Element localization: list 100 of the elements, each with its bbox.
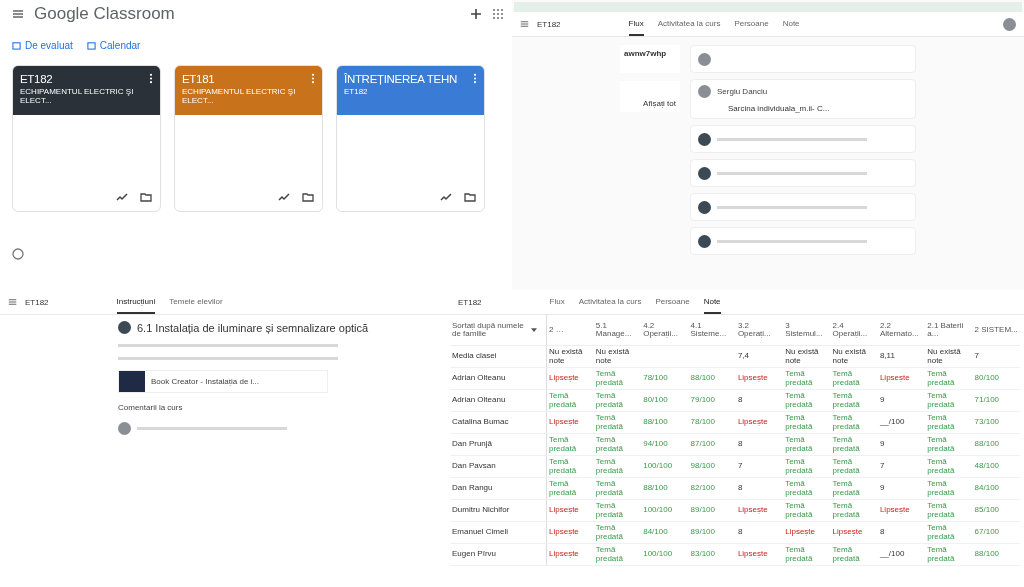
more-icon[interactable] xyxy=(149,73,153,84)
tab[interactable]: Temele elevilor xyxy=(169,290,223,314)
grade-cell[interactable]: Temă predată xyxy=(925,367,973,390)
grade-cell[interactable]: Temă predată xyxy=(593,389,642,412)
grade-cell[interactable]: 7 xyxy=(735,455,784,478)
plus-icon[interactable] xyxy=(470,8,482,20)
grade-cell[interactable]: Temă predată xyxy=(830,367,878,390)
grade-cell[interactable]: 84/100 xyxy=(641,521,689,544)
grade-cell[interactable]: Temă predată xyxy=(830,477,878,500)
tab[interactable]: Activitatea la curs xyxy=(578,290,642,314)
grade-cell[interactable]: Temă predată xyxy=(830,433,878,456)
grade-cell[interactable]: 100/100 xyxy=(641,543,689,566)
grade-cell[interactable]: Temă predată xyxy=(830,499,878,522)
grade-cell[interactable]: Lipsește xyxy=(546,367,594,390)
grade-cell[interactable]: 88/100 xyxy=(641,477,689,500)
grade-cell[interactable]: 73/100 xyxy=(972,411,1020,434)
column-header[interactable]: 5.1 Manage... xyxy=(593,315,642,346)
trending-icon[interactable] xyxy=(440,191,452,203)
grade-cell[interactable]: 80/100 xyxy=(972,367,1020,390)
folder-icon[interactable] xyxy=(464,191,476,203)
grade-cell[interactable]: 9 xyxy=(877,389,926,412)
grade-cell[interactable]: Lipsește xyxy=(877,367,926,390)
nav-link[interactable]: Calendar xyxy=(86,40,141,51)
grade-cell[interactable]: 8,11 xyxy=(877,345,926,368)
view-all-link[interactable]: Afișați tot xyxy=(643,99,676,108)
student-name[interactable]: Dan Rangu xyxy=(452,483,493,493)
grade-cell[interactable]: Temă predată xyxy=(783,477,831,500)
grade-cell[interactable]: Temă predată xyxy=(783,499,831,522)
post-card[interactable] xyxy=(690,193,916,221)
grade-cell[interactable]: Nu există note xyxy=(830,345,878,368)
grade-cell[interactable]: __/100 xyxy=(877,543,926,566)
folder-icon[interactable] xyxy=(302,191,314,203)
grade-cell[interactable]: 71/100 xyxy=(972,389,1020,412)
grade-cell[interactable]: 88/100 xyxy=(972,433,1020,456)
trending-icon[interactable] xyxy=(278,191,290,203)
tab[interactable]: Flux xyxy=(549,290,565,314)
class-card[interactable]: ÎNTREȚINEREA TEHN ET182 xyxy=(336,65,485,212)
grade-cell[interactable]: 94/100 xyxy=(641,433,689,456)
grade-cell[interactable]: Temă predată xyxy=(593,521,642,544)
grade-cell[interactable]: 88/100 xyxy=(688,367,736,390)
grade-cell[interactable]: Temă predată xyxy=(925,521,973,544)
grade-cell[interactable]: 88/100 xyxy=(641,411,689,434)
post-card[interactable] xyxy=(690,159,916,187)
grade-cell[interactable]: Temă predată xyxy=(593,477,642,500)
grade-cell[interactable]: 100/100 xyxy=(641,455,689,478)
announce-field[interactable] xyxy=(690,45,916,73)
column-header[interactable]: 4.1 Sisteme... xyxy=(688,315,736,346)
grade-cell[interactable]: Lipsește xyxy=(546,543,594,566)
column-header[interactable]: 4.2 Operații... xyxy=(641,315,689,346)
grade-cell[interactable]: Temă predată xyxy=(925,477,973,500)
grade-cell[interactable]: Lipsește xyxy=(546,499,594,522)
grade-cell[interactable]: 84/100 xyxy=(972,477,1020,500)
grade-cell[interactable]: Temă predată xyxy=(546,433,594,456)
grade-cell[interactable]: Temă predată xyxy=(593,433,642,456)
grade-cell[interactable]: Lipsește xyxy=(735,411,784,434)
grade-cell[interactable]: Nu există note xyxy=(925,345,973,368)
student-name[interactable]: Catalina Bumac xyxy=(452,417,509,427)
grade-cell[interactable]: Lipsește xyxy=(783,521,831,544)
student-name[interactable]: Dan Pavsan xyxy=(452,461,496,471)
grade-cell[interactable]: Temă predată xyxy=(546,477,594,500)
grade-cell[interactable]: Temă predată xyxy=(783,455,831,478)
trending-icon[interactable] xyxy=(116,191,128,203)
class-card[interactable]: ET182 ECHIPAMENTUL ELECTRIC ŞI ELECT... xyxy=(12,65,161,212)
column-header[interactable]: 2 … xyxy=(546,315,594,346)
grade-cell[interactable]: 9 xyxy=(877,433,926,456)
grade-cell[interactable]: __/100 xyxy=(877,411,926,434)
grade-cell[interactable]: 67/100 xyxy=(972,521,1020,544)
menu-icon[interactable] xyxy=(520,20,529,28)
grade-cell[interactable]: Temă predată xyxy=(925,389,973,412)
student-name[interactable]: Emanuel Cimeli xyxy=(452,527,509,537)
grade-cell[interactable]: 85/100 xyxy=(972,499,1020,522)
grade-cell[interactable]: 7,4 xyxy=(735,345,784,368)
grade-cell[interactable]: 100/100 xyxy=(641,499,689,522)
column-header[interactable]: 2 SISTEM... xyxy=(972,315,1020,346)
grade-cell[interactable]: Temă predată xyxy=(593,411,642,434)
grade-cell[interactable]: 80/100 xyxy=(641,389,689,412)
column-header[interactable]: 2.1 Baterii a... xyxy=(925,315,973,346)
tab[interactable]: Activitatea la curs xyxy=(657,12,721,36)
student-name[interactable]: Eugen Pîrvu xyxy=(452,549,497,559)
grade-cell[interactable]: 78/100 xyxy=(641,367,689,390)
grade-cell[interactable]: Temă predată xyxy=(830,455,878,478)
grade-cell[interactable]: Lipsește xyxy=(546,411,594,434)
grade-cell[interactable]: Temă predată xyxy=(593,543,642,566)
tab[interactable]: Note xyxy=(782,12,800,36)
tab[interactable]: Instrucțiuni xyxy=(116,290,156,314)
grade-cell[interactable]: Temă predată xyxy=(925,455,973,478)
student-name[interactable]: Media clasei xyxy=(452,351,497,361)
grade-cell[interactable]: 79/100 xyxy=(688,389,736,412)
grade-cell[interactable]: Temă predată xyxy=(925,543,973,566)
grade-cell[interactable]: 7 xyxy=(877,455,926,478)
nav-link[interactable]: De evaluat xyxy=(12,40,73,51)
grade-cell[interactable]: 89/100 xyxy=(688,499,736,522)
grade-cell[interactable]: 8 xyxy=(735,389,784,412)
grade-cell[interactable]: Temă predată xyxy=(783,543,831,566)
grade-cell[interactable]: Lipsește xyxy=(735,499,784,522)
grade-cell[interactable]: 48/100 xyxy=(972,455,1020,478)
grade-cell[interactable]: Temă predată xyxy=(925,411,973,434)
grade-cell[interactable]: Temă predată xyxy=(830,543,878,566)
grade-cell[interactable]: 7 xyxy=(972,345,1020,368)
grade-cell[interactable]: Temă predată xyxy=(593,499,642,522)
